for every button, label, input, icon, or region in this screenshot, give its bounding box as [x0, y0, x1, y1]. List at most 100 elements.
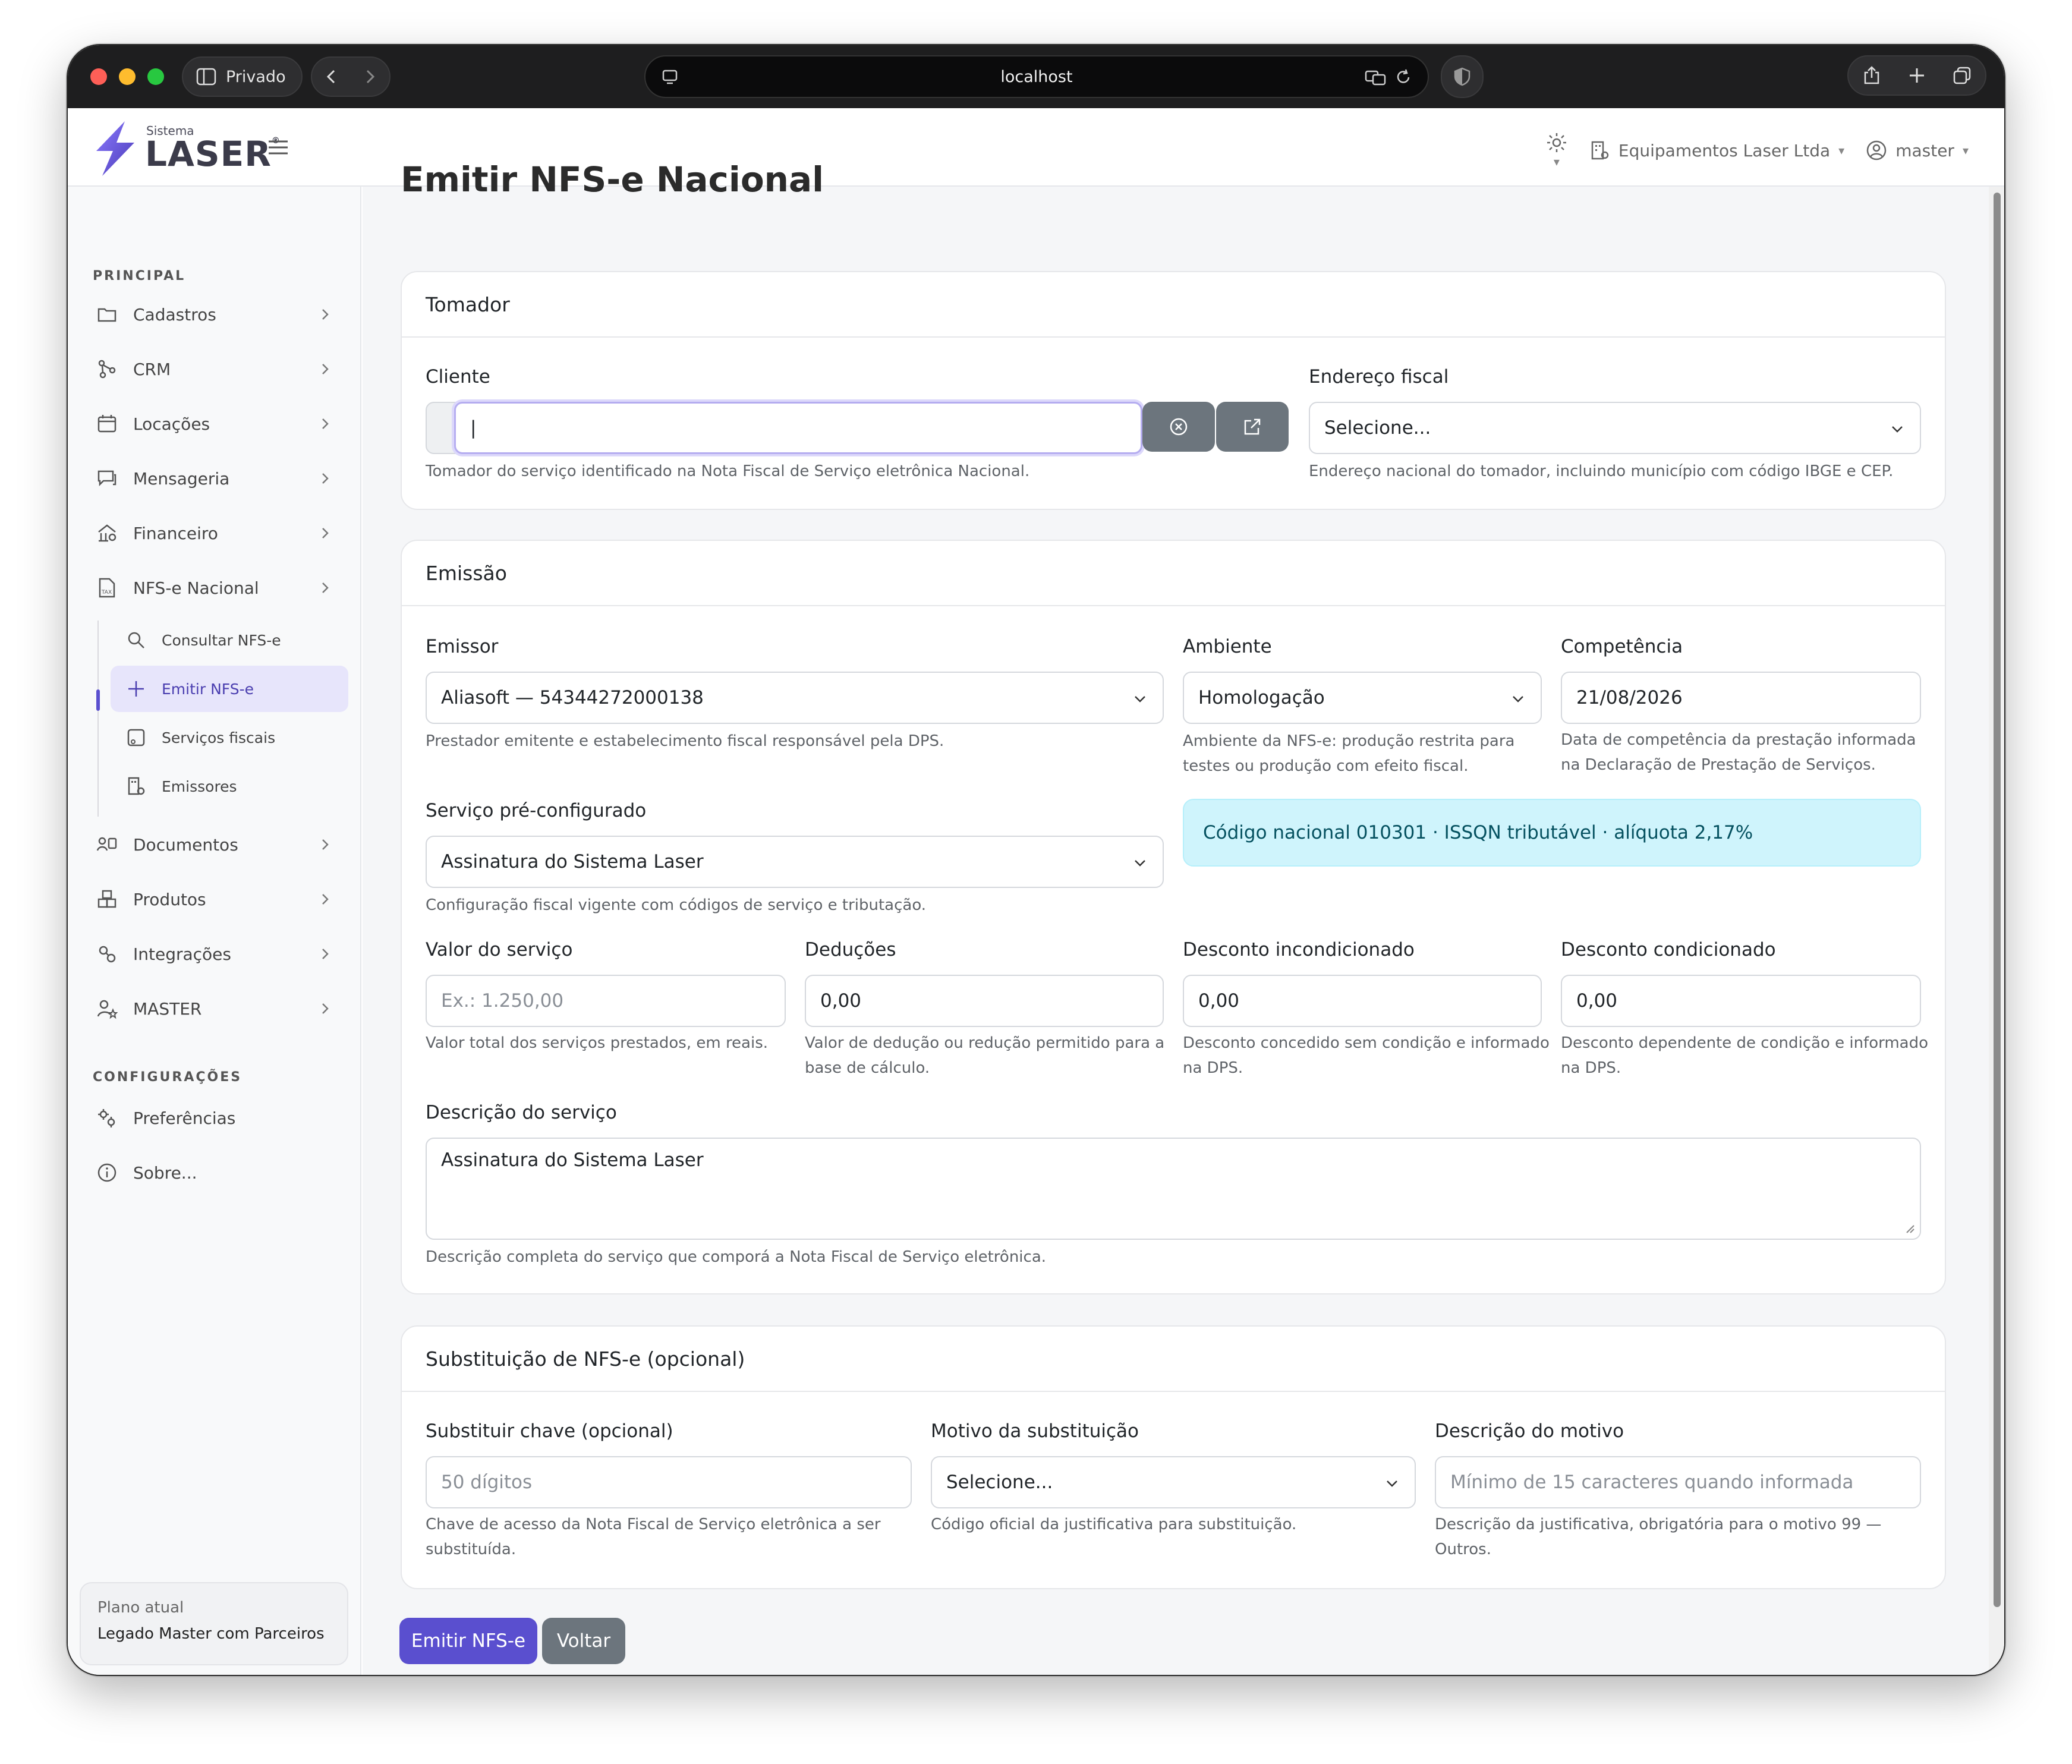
- plan-value: Legado Master com Parceiros: [97, 1625, 325, 1643]
- app-header: Sistema LASER® ▾ Equipamentos Laser Ltda…: [68, 108, 2004, 187]
- resize-handle-icon[interactable]: [1903, 1222, 1915, 1234]
- company-name: Equipamentos Laser Ltda: [1618, 140, 1831, 160]
- sidebar-subitem-servicos[interactable]: Serviços fiscais: [111, 714, 348, 761]
- emissor-hint: Prestador emitente e estabelecimento fis…: [426, 732, 944, 750]
- sidebar-subitem-consultar[interactable]: Consultar NFS-e: [111, 617, 348, 663]
- clear-cliente-button[interactable]: [1142, 402, 1215, 452]
- ambiente-select[interactable]: Homologação: [1183, 672, 1542, 724]
- app-logo[interactable]: Sistema LASER®: [89, 120, 281, 177]
- tomador-card-header: Tomador: [402, 272, 1945, 338]
- sidebar-item-integracoes[interactable]: Integrações: [68, 931, 361, 977]
- sidebar-subitem-emissores[interactable]: Emissores: [111, 763, 348, 809]
- motivo-hint: Código oficial da justificativa para sub…: [931, 1516, 1297, 1533]
- share-icon[interactable]: [1862, 65, 1882, 86]
- sidebar-item-financeiro[interactable]: Financeiro: [68, 510, 361, 556]
- user-menu[interactable]: master ▾: [1866, 140, 1969, 161]
- sidebar-item-master[interactable]: MASTER: [68, 985, 361, 1032]
- endereco-select[interactable]: Selecione...: [1309, 402, 1921, 454]
- deducoes-input[interactable]: 0,00: [805, 975, 1164, 1027]
- chevron-right-icon: [322, 949, 329, 959]
- menu-toggle-icon[interactable]: [265, 134, 291, 160]
- sidebar-item-sobre[interactable]: Sobre...: [68, 1149, 361, 1196]
- search-icon: [128, 632, 144, 648]
- privacy-shield-button[interactable]: [1441, 55, 1484, 98]
- desconto-incondicionado-hint: Desconto concedido sem condição e inform…: [1183, 1034, 1550, 1077]
- new-tab-icon[interactable]: [1907, 65, 1927, 86]
- chevron-right-icon: [322, 418, 329, 429]
- sidebar-item-preferencias[interactable]: Preferências: [68, 1095, 361, 1141]
- desconto-incondicionado-input[interactable]: 0,00: [1183, 975, 1542, 1027]
- close-window-button[interactable]: [90, 68, 107, 85]
- desconto-incondicionado-label: Desconto incondicionado: [1183, 939, 1415, 960]
- tab-overview-icon[interactable]: [1952, 65, 1972, 86]
- ambiente-hint: Ambiente da NFS-e: produção restrita par…: [1183, 732, 1515, 775]
- competencia-hint: Data de competência da prestação informa…: [1561, 731, 1916, 774]
- sidebar-item-produtos[interactable]: Produtos: [68, 876, 361, 922]
- descricao-motivo-label: Descrição do motivo: [1435, 1420, 1624, 1442]
- clear-circle-icon: [1170, 418, 1188, 436]
- sidebar-item-cadastros[interactable]: Cadastros: [68, 291, 361, 338]
- building-icon: [1591, 141, 1609, 160]
- company-selector[interactable]: Equipamentos Laser Ltda ▾: [1589, 140, 1844, 161]
- sidebar-toggle-icon: [196, 68, 216, 86]
- motivo-select[interactable]: Selecione...: [931, 1456, 1416, 1508]
- descricao-hint: Descrição completa do serviço que compor…: [426, 1248, 1047, 1266]
- desconto-condicionado-hint: Desconto dependente de condição e inform…: [1561, 1034, 1929, 1077]
- user-circle-icon: [1866, 140, 1887, 160]
- chave-input[interactable]: 50 dígitos: [426, 1456, 912, 1508]
- valor-input[interactable]: Ex.: 1.250,00: [426, 975, 786, 1027]
- chave-hint: Chave de acesso da Nota Fiscal de Serviç…: [426, 1516, 881, 1558]
- calendar-icon: [97, 415, 116, 433]
- servico-select[interactable]: Assinatura do Sistema Laser: [426, 836, 1164, 888]
- section-configuracoes: CONFIGURAÇÕES: [93, 1070, 243, 1085]
- translate-icon[interactable]: [1365, 68, 1386, 86]
- sidebar-item-nfse-nacional[interactable]: TAX NFS-e Nacional: [68, 565, 361, 611]
- descricao-textarea[interactable]: Assinatura do Sistema Laser: [426, 1138, 1921, 1240]
- sidebar-subitem-emitir[interactable]: Emitir NFS-e: [111, 666, 348, 712]
- reload-icon[interactable]: [1394, 68, 1412, 86]
- theme-toggle[interactable]: ▾: [1546, 132, 1567, 169]
- competencia-input[interactable]: 21/08/2026: [1561, 672, 1921, 724]
- descricao-motivo-input[interactable]: Mínimo de 15 caracteres quando informada: [1435, 1456, 1921, 1508]
- cliente-label: Cliente: [426, 366, 490, 388]
- address-bar[interactable]: localhost: [644, 55, 1429, 98]
- plus-icon: [128, 681, 144, 697]
- maximize-window-button[interactable]: [147, 68, 164, 85]
- logo-title: LASER®: [145, 134, 280, 174]
- info-icon: [97, 1163, 116, 1182]
- voltar-button[interactable]: Voltar: [542, 1618, 625, 1664]
- endereco-label: Endereço fiscal: [1309, 366, 1449, 388]
- browser-actions: [1847, 55, 1986, 96]
- open-cliente-button[interactable]: [1216, 402, 1289, 452]
- cliente-input[interactable]: |: [454, 402, 1142, 454]
- emissao-card-header: Emissão: [402, 541, 1945, 606]
- sidebar-item-mensageria[interactable]: Mensageria: [68, 455, 361, 502]
- valor-hint: Valor total dos serviços prestados, em r…: [426, 1034, 769, 1052]
- gears-icon: [98, 1109, 115, 1127]
- page-menu-icon[interactable]: [661, 68, 679, 86]
- private-tab-button[interactable]: Privado: [182, 56, 303, 97]
- chevron-down-icon: [1892, 426, 1903, 433]
- submenu-guide: [97, 620, 99, 817]
- sidebar-item-locacoes[interactable]: Locações: [68, 401, 361, 447]
- scroll-thumb[interactable]: [1994, 193, 2001, 1607]
- sidebar-item-documentos[interactable]: Documentos: [68, 821, 361, 868]
- plan-label: Plano atual: [97, 1599, 184, 1617]
- tributacao-info-alert: Código nacional 010301 · ISSQN tributáve…: [1183, 799, 1921, 867]
- emissor-select[interactable]: Aliasoft — 54344272000138: [426, 672, 1164, 724]
- caret-down-icon: ▾: [1838, 143, 1845, 158]
- competencia-label: Competência: [1561, 636, 1683, 657]
- main-scrollbar[interactable]: [1989, 187, 2004, 1675]
- emitir-nfse-button[interactable]: Emitir NFS-e: [399, 1618, 537, 1664]
- back-icon[interactable]: [323, 68, 341, 86]
- shield-icon: [1454, 67, 1470, 86]
- forward-icon[interactable]: [361, 68, 379, 86]
- sun-icon: [1547, 133, 1566, 152]
- minimize-window-button[interactable]: [119, 68, 136, 85]
- cliente-hint: Tomador do serviço identificado na Nota …: [426, 462, 1030, 480]
- substituicao-card-header: Substituição de NFS-e (opcional): [402, 1327, 1945, 1392]
- sidebar-item-crm[interactable]: CRM: [68, 346, 361, 392]
- desconto-condicionado-input[interactable]: 0,00: [1561, 975, 1921, 1027]
- network-icon: [98, 360, 116, 379]
- logo-subtitle: Sistema: [146, 124, 194, 138]
